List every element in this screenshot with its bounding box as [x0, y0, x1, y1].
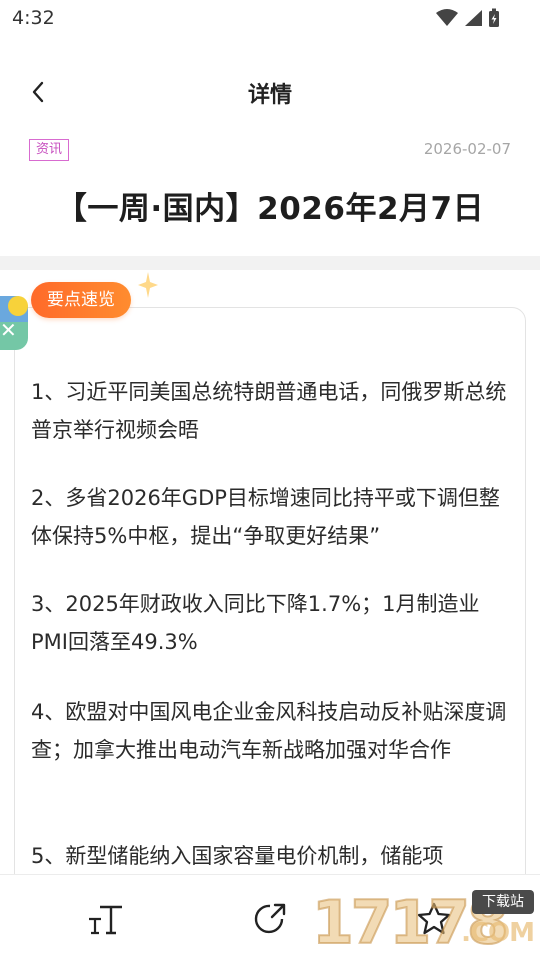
wifi-icon — [436, 9, 458, 26]
summary-label: 要点速览 — [31, 282, 131, 318]
signal-icon — [465, 10, 482, 26]
summary-point: 1、习近平同美国总统特朗普通电话，同俄罗斯总统普京举行视频会晤 — [31, 380, 507, 442]
nav-bar: 详情 — [0, 60, 540, 122]
summary-card: 1、习近平同美国总统特朗普通电话，同俄罗斯总统普京举行视频会晤 2、多省2026… — [14, 307, 526, 927]
summary-point: 5、新型储能纳入国家容量电价机制，储能项 — [31, 844, 444, 868]
sparkle-icon — [138, 272, 158, 298]
floating-widget-dot — [8, 296, 28, 316]
watermark-site: 下载站 — [472, 890, 534, 914]
summary-point: 4、欧盟对中国风电企业金风科技启动反补贴深度调查；加拿大推出电动汽车新战略加强对… — [31, 700, 507, 762]
page-title: 详情 — [247, 83, 292, 108]
publish-date: 2026-02-07 — [423, 140, 511, 158]
battery-icon — [489, 8, 499, 27]
status-time: 4:32 — [12, 7, 55, 29]
close-icon[interactable]: ✕ — [0, 318, 17, 342]
status-icons — [436, 8, 500, 28]
article-title: 【一周·国内】2026年2月7日 — [55, 191, 485, 227]
section-divider — [0, 256, 540, 270]
share-icon — [254, 903, 286, 934]
font-size-button[interactable] — [84, 897, 128, 941]
status-bar: 4:32 — [0, 0, 540, 38]
summary-point: 2、多省2026年GDP目标增速同比持平或下调但整体保持5%中枢，提出“争取更好… — [31, 486, 500, 548]
watermark: 17178 下载站 .COM — [311, 886, 538, 959]
font-size-icon — [89, 905, 122, 935]
share-button[interactable] — [248, 897, 292, 941]
summary-point: 3、2025年财政收入同比下降1.7%；1月制造业PMI回落至49.3% — [31, 592, 480, 654]
watermark-domain: .COM — [461, 918, 535, 948]
category-tag: 资讯 — [29, 139, 70, 161]
